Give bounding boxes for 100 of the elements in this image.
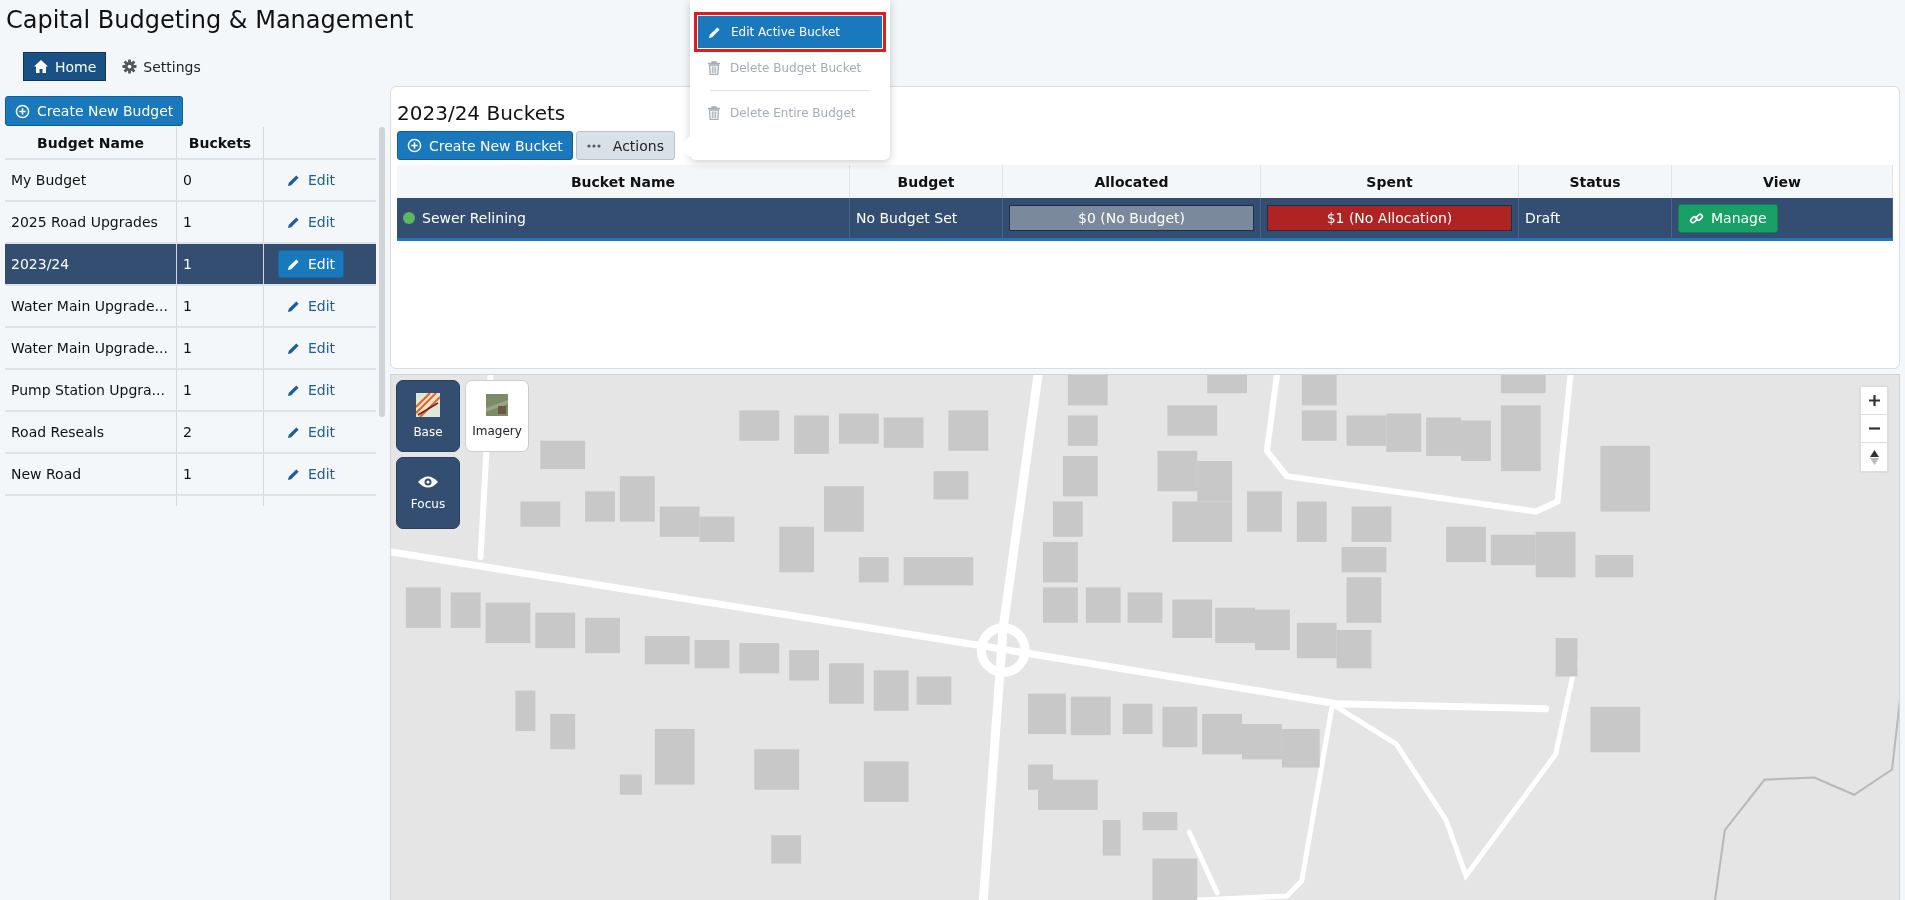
eye-icon [417, 475, 439, 489]
link-icon [1689, 210, 1704, 226]
edit-button[interactable]: Edit [278, 418, 345, 446]
building-shape [1296, 622, 1337, 659]
edit-button[interactable]: Edit [278, 460, 345, 488]
trash-icon [708, 61, 720, 75]
minus-icon [1868, 427, 1880, 430]
bucket-row[interactable]: Sewer Relining No Budget Set $0 (No Budget) $1 (No Allocation) Draft Manage [397, 198, 1893, 240]
building-shape [520, 501, 561, 527]
pencil-icon [708, 25, 721, 39]
column-header: Buckets [176, 127, 264, 159]
edit-button[interactable]: Edit [278, 376, 345, 404]
actions-button[interactable]: Actions [575, 131, 675, 160]
edit-button[interactable]: Edit [278, 208, 345, 236]
budget-row[interactable]: Pump Station Upgra... 1 Edit [5, 369, 376, 411]
home-icon [33, 59, 49, 74]
create-bucket-button[interactable]: Create New Bucket [397, 131, 573, 160]
pencil-icon [287, 257, 300, 271]
building-shape [1346, 577, 1382, 623]
focus-button[interactable]: Focus [396, 457, 460, 529]
column-header: Status [1518, 165, 1672, 198]
budget-row[interactable]: Water Main Upgrade... 1 Edit [5, 327, 376, 369]
building-shape [883, 417, 924, 448]
budget-row[interactable]: Road Reseals 2 Edit [5, 411, 376, 453]
building-shape [1242, 724, 1282, 760]
building-shape [515, 690, 536, 732]
column-header: Allocated [1002, 165, 1261, 198]
spent-badge: $1 (No Allocation) [1267, 205, 1512, 231]
nav-tab[interactable]: Home [23, 52, 107, 81]
building-shape [1215, 607, 1255, 644]
budget-name: My Budget [11, 172, 87, 188]
building-shape [540, 440, 586, 470]
building-shape [1595, 555, 1634, 578]
edit-button[interactable]: Edit [278, 250, 345, 278]
building-shape [794, 415, 829, 454]
building-shape [1070, 696, 1111, 736]
budget-row[interactable]: 2023/24 1 Edit [5, 243, 376, 285]
building-shape [1172, 599, 1213, 638]
building-shape [1500, 405, 1541, 472]
compass-icon [1869, 449, 1879, 465]
pencil-icon [287, 299, 300, 313]
building-shape [1085, 587, 1121, 623]
building-shape [858, 557, 889, 583]
building-shape [1067, 375, 1108, 406]
settings-icon [122, 59, 138, 74]
building-shape [873, 670, 909, 711]
edit-button[interactable]: Edit [278, 166, 345, 194]
pencil-icon [287, 425, 300, 439]
budget-name: Water Main Upgrade... [11, 340, 168, 356]
budget-value: No Budget Set [856, 210, 958, 226]
building-shape [1500, 375, 1546, 394]
bucket-count: 2 [183, 424, 192, 440]
building-shape [779, 526, 815, 573]
budget-row[interactable]: Water Main Upgrade... 1 Edit [5, 285, 376, 327]
layer-button[interactable]: Base [396, 380, 460, 452]
more-icon [586, 143, 601, 148]
building-shape [654, 729, 695, 785]
building-shape [1028, 693, 1066, 735]
building-shape [535, 612, 576, 649]
pencil-icon [287, 383, 300, 397]
pencil-icon [287, 341, 300, 355]
building-shape [585, 491, 615, 522]
building-shape [405, 587, 441, 628]
building-shape [694, 640, 730, 669]
building-shape [485, 602, 531, 644]
zoom-in-button[interactable] [1861, 387, 1887, 415]
plus-icon [1868, 395, 1880, 406]
building-shape [828, 663, 864, 704]
pencil-icon [287, 173, 300, 187]
layer-button[interactable]: Imagery [465, 380, 529, 452]
allocated-badge: $0 (No Budget) [1009, 205, 1254, 231]
scrollbar[interactable] [379, 127, 385, 417]
edit-button[interactable]: Edit [278, 292, 345, 320]
building-shape [450, 592, 481, 628]
bucket-count: 1 [183, 214, 192, 230]
budget-name: Road Reseals [11, 424, 104, 440]
budget-row[interactable]: My Budget 0 Edit [5, 159, 376, 201]
building-shape [838, 413, 879, 444]
building-shape [1426, 417, 1462, 456]
building-shape [550, 713, 576, 750]
building-shape [903, 557, 974, 586]
building-shape [916, 676, 952, 705]
bucket-count: 1 [183, 256, 192, 272]
building-shape [1446, 526, 1486, 563]
budget-row[interactable]: New Road 1 Edit [5, 453, 376, 495]
plus-circle-icon [15, 103, 30, 119]
budget-name: 2023/24 [11, 256, 70, 272]
building-shape [771, 835, 802, 864]
pencil-icon [287, 467, 300, 481]
pencil-icon [287, 215, 300, 229]
column-header: View [1671, 165, 1893, 198]
building-shape [1346, 415, 1387, 446]
building-shape [1555, 638, 1578, 677]
nav-tab[interactable]: Settings [112, 52, 211, 81]
building-shape [863, 761, 909, 802]
status-text: Draft [1525, 210, 1561, 226]
create-budget-button[interactable]: Create New Budget [5, 96, 184, 126]
bucket-count: 1 [183, 298, 192, 314]
edit-button[interactable]: Edit [278, 334, 345, 362]
app-title: Capital Budgeting & Management [6, 5, 414, 34]
